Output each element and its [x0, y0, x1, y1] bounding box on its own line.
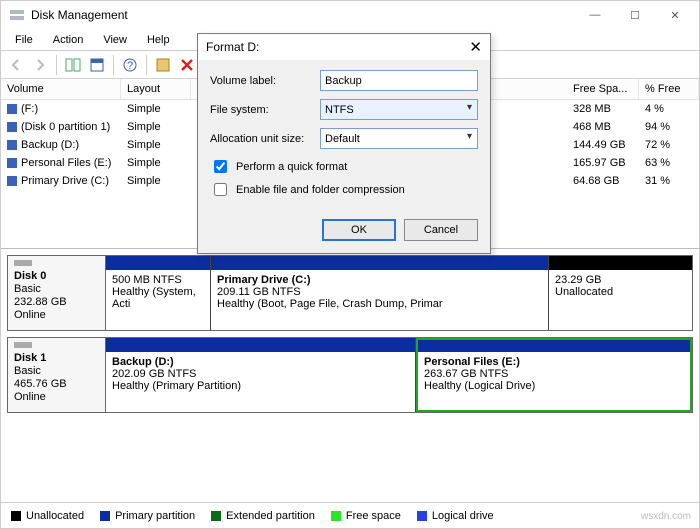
minimize-button[interactable]: — — [575, 1, 615, 29]
col-free[interactable]: Free Spa... — [567, 79, 639, 99]
refresh-icon[interactable] — [86, 54, 108, 76]
partition-unallocated[interactable]: 23.29 GBUnallocated — [549, 256, 692, 330]
ok-button[interactable]: OK — [322, 219, 396, 241]
label-volume: Volume label: — [210, 75, 320, 87]
forward-icon[interactable] — [29, 54, 51, 76]
settings-icon[interactable] — [152, 54, 174, 76]
swatch-logical-icon — [417, 511, 427, 521]
dialog-title: Format D: — [206, 40, 469, 54]
window-title: Disk Management — [31, 8, 575, 22]
format-dialog: Format D: ✕ Volume label: File system: N… — [197, 33, 491, 254]
disk-label[interactable]: Disk 1 Basic 465.76 GB Online — [8, 338, 106, 412]
col-volume[interactable]: Volume — [1, 79, 121, 99]
disk-row: Disk 1 Basic 465.76 GB Online Backup (D:… — [7, 337, 693, 413]
help-icon[interactable]: ? — [119, 54, 141, 76]
disk-label[interactable]: Disk 0 Basic 232.88 GB Online — [8, 256, 106, 330]
disk-map: Disk 0 Basic 232.88 GB Online 500 MB NTF… — [1, 249, 699, 449]
col-layout[interactable]: Layout — [121, 79, 191, 99]
dialog-titlebar[interactable]: Format D: ✕ — [198, 34, 490, 60]
volume-label-input[interactable] — [320, 70, 478, 91]
menu-help[interactable]: Help — [139, 32, 178, 48]
dialog-close-icon[interactable]: ✕ — [469, 38, 482, 56]
allocation-select[interactable]: Default — [320, 128, 478, 149]
disk-icon — [14, 260, 32, 266]
partition[interactable]: 500 MB NTFSHealthy (System, Acti — [106, 256, 211, 330]
disk-row: Disk 0 Basic 232.88 GB Online 500 MB NTF… — [7, 255, 693, 331]
delete-icon[interactable] — [176, 54, 198, 76]
swatch-primary-icon — [100, 511, 110, 521]
compression-checkbox[interactable] — [214, 183, 227, 196]
quick-format-checkbox[interactable] — [214, 160, 227, 173]
volume-icon — [7, 104, 17, 114]
swatch-free-icon — [331, 511, 341, 521]
col-pct[interactable]: % Free — [639, 79, 699, 99]
filesystem-select[interactable]: NTFS — [320, 99, 478, 120]
label-aus: Allocation unit size: — [210, 133, 320, 145]
back-icon[interactable] — [5, 54, 27, 76]
partition[interactable]: Primary Drive (C:)209.11 GB NTFSHealthy … — [211, 256, 549, 330]
disk-icon — [14, 342, 32, 348]
partition-selected[interactable]: Personal Files (E:)263.67 GB NTFSHealthy… — [416, 338, 692, 412]
close-button[interactable]: ✕ — [655, 1, 695, 29]
panes-icon[interactable] — [62, 54, 84, 76]
swatch-extended-icon — [211, 511, 221, 521]
cancel-button[interactable]: Cancel — [404, 219, 478, 241]
svg-text:?: ? — [127, 60, 133, 72]
partition[interactable]: Backup (D:)202.09 GB NTFSHealthy (Primar… — [106, 338, 416, 412]
volume-icon — [7, 140, 17, 150]
label-filesystem: File system: — [210, 104, 320, 116]
legend: Unallocated Primary partition Extended p… — [1, 502, 699, 528]
maximize-button[interactable]: ☐ — [615, 1, 655, 29]
volume-icon — [7, 158, 17, 168]
menu-view[interactable]: View — [95, 32, 135, 48]
watermark: wsxdn.com — [641, 511, 691, 522]
menu-file[interactable]: File — [7, 32, 41, 48]
volume-icon — [7, 176, 17, 186]
menu-action[interactable]: Action — [45, 32, 92, 48]
swatch-unallocated-icon — [11, 511, 21, 521]
volume-icon — [7, 122, 17, 132]
titlebar: Disk Management — ☐ ✕ — [1, 1, 699, 29]
app-icon — [9, 7, 25, 23]
